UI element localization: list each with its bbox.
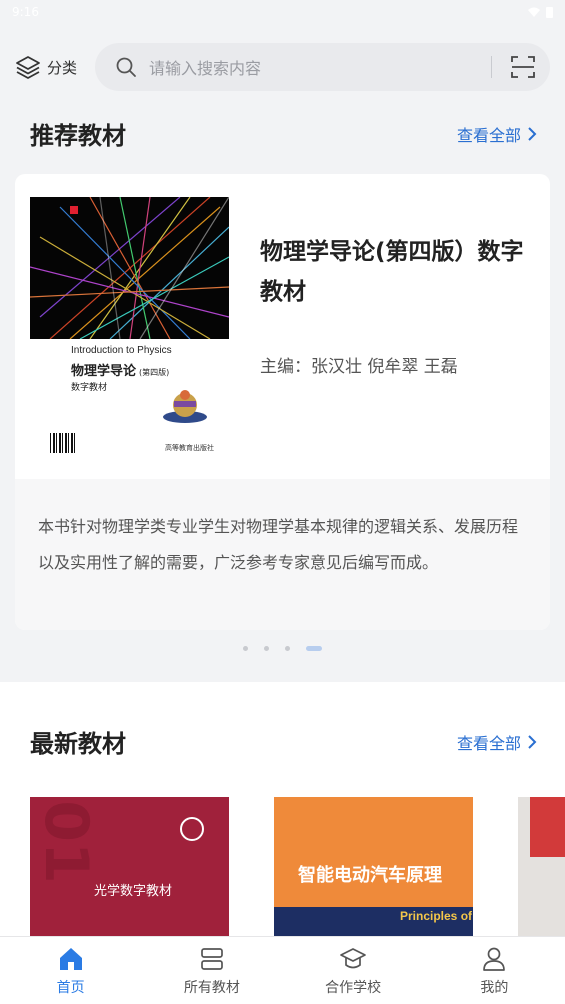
battery-icon [546, 7, 553, 18]
recommended-header: 推荐教材 查看全部 [30, 116, 537, 151]
cover-english-title: Introduction to Physics [71, 345, 172, 356]
search-divider [491, 56, 492, 78]
tab-label: 所有教材 [183, 979, 240, 996]
cover-globe-illustration [163, 390, 207, 423]
cover-decoration: 01 [30, 800, 101, 884]
latest-book-cover[interactable]: 智能电动汽车原理 Principles of [274, 797, 473, 937]
latest-book-title: 智能电动汽车原理 [298, 865, 442, 886]
cover-title-text: 物理学导论 [71, 364, 137, 379]
cover-edition: (第四版) [139, 368, 170, 377]
bottom-tab-bar: 首页 所有教材 合作学校 我的 [0, 936, 565, 1004]
latest-book-list: 01 光学数字教材 智能电动汽车原理 Principles of [30, 797, 565, 937]
tab-label: 我的 [480, 979, 509, 996]
tab-label: 合作学校 [325, 979, 382, 996]
graduation-cap-icon [340, 947, 366, 968]
home-icon [59, 947, 82, 970]
cover-chinese-title: 物理学导论 (第四版) [71, 360, 169, 379]
book-cover: Introduction to Physics 物理学导论 (第四版) 数字教材 … [30, 197, 229, 459]
layers-icon [16, 56, 40, 79]
user-icon [483, 947, 506, 971]
search-placeholder: 请输入搜索内容 [149, 59, 262, 78]
cover-logo [180, 817, 204, 841]
search-icon [116, 57, 136, 77]
search-input[interactable]: 请输入搜索内容 [95, 43, 550, 91]
carousel-dot[interactable] [264, 646, 269, 651]
cover-decoration [530, 797, 565, 857]
cover-subtitle: 数字教材 [71, 383, 108, 393]
latest-view-all-link[interactable]: 查看全部 [457, 730, 537, 754]
tab-home[interactable]: 首页 [0, 937, 141, 1004]
book-title: 物理学导论(第四版）数字教材 [260, 239, 524, 305]
tab-label: 首页 [56, 979, 85, 996]
category-button[interactable]: 分类 [15, 54, 95, 80]
wifi-icon [528, 7, 540, 17]
latest-book-cover[interactable]: 01 光学数字教材 [30, 797, 229, 937]
latest-book-cover[interactable] [518, 797, 565, 937]
scan-icon[interactable] [510, 54, 536, 80]
book-author: 主编：张汉壮 倪牟翠 王磊 [260, 357, 458, 377]
carousel-indicator [0, 646, 565, 651]
chevron-right-icon [528, 126, 537, 141]
status-icons [528, 6, 553, 18]
book-description: 本书针对物理学类专业学生对物理学基本规律的逻辑关系、发展历程以及实用性了解的需要… [15, 479, 550, 630]
category-label: 分类 [47, 58, 78, 77]
cover-publisher: 高等教育出版社 [165, 444, 214, 452]
recommended-title: 推荐教材 [30, 122, 126, 150]
status-time: 9:16 [12, 5, 39, 19]
tab-profile[interactable]: 我的 [424, 937, 565, 1004]
top-bar: 分类 请输入搜索内容 [0, 42, 565, 92]
recommended-view-all-link[interactable]: 查看全部 [457, 122, 537, 146]
recommended-book-card[interactable]: Introduction to Physics 物理学导论 (第四版) 数字教材 … [15, 174, 550, 630]
book-summary: Introduction to Physics 物理学导论 (第四版) 数字教材 … [15, 174, 550, 479]
carousel-dot[interactable] [285, 646, 290, 651]
view-all-label: 查看全部 [456, 125, 521, 145]
latest-header: 最新教材 查看全部 [30, 724, 537, 759]
carousel-dot[interactable] [243, 646, 248, 651]
tab-all-books[interactable]: 所有教材 [141, 937, 282, 1004]
view-all-label: 查看全部 [456, 733, 521, 753]
cover-artwork [30, 197, 229, 339]
latest-book-subtitle: Principles of [400, 909, 473, 923]
latest-title: 最新教材 [30, 730, 126, 758]
carousel-dot-active[interactable] [306, 646, 322, 651]
cover-barcode [50, 433, 76, 453]
chevron-right-icon [528, 734, 537, 749]
latest-book-title: 光学数字教材 [94, 884, 173, 899]
status-bar: 9:16 [0, 0, 565, 24]
books-icon [201, 947, 223, 970]
tab-partner-schools[interactable]: 合作学校 [283, 937, 424, 1004]
